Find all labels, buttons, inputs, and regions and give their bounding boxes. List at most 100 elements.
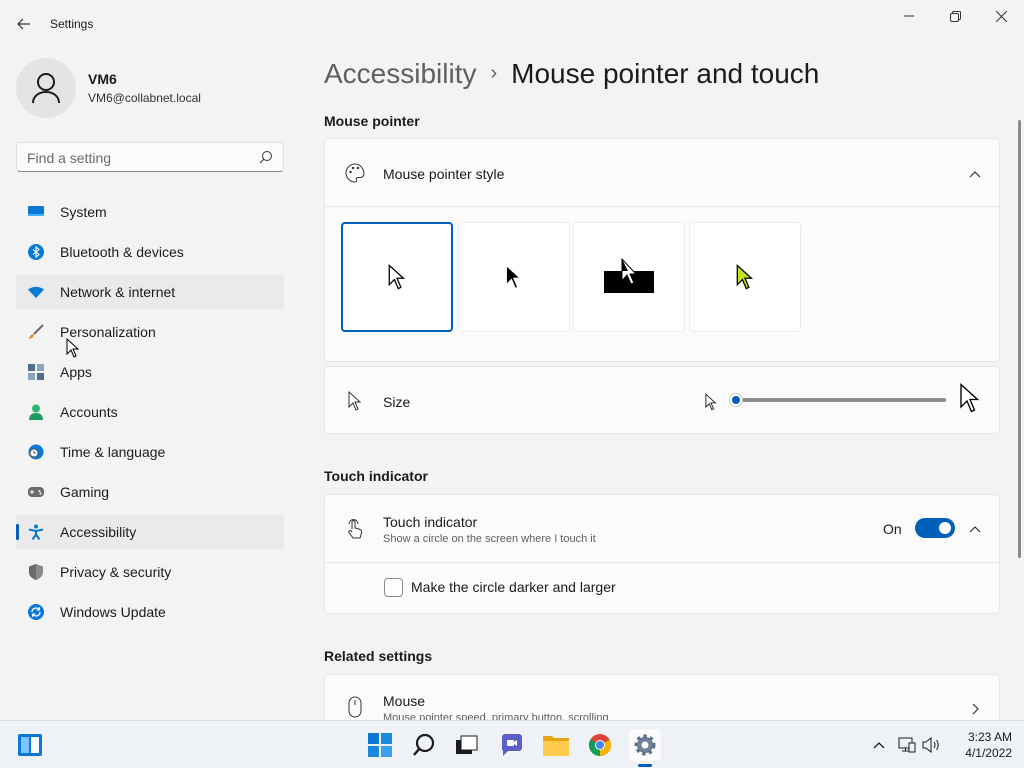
wifi-icon: [28, 284, 44, 300]
sidebar-item-label: Privacy & security: [60, 564, 172, 580]
mouse-pointer-style-header[interactable]: Mouse pointer style: [325, 139, 999, 207]
settings-taskbar-button[interactable]: [629, 729, 661, 761]
task-view-button[interactable]: [451, 729, 483, 761]
chrome-button[interactable]: [584, 729, 616, 761]
sidebar-item-network[interactable]: Network & internet: [16, 274, 284, 310]
large-pointer-icon: [959, 382, 981, 416]
breadcrumb-parent[interactable]: Accessibility: [324, 58, 476, 89]
sidebar-nav: System Bluetooth & devices Network & int…: [16, 194, 284, 634]
sidebar-item-label: Bluetooth & devices: [60, 244, 184, 260]
sidebar-item-privacy[interactable]: Privacy & security: [16, 554, 284, 590]
search-icon: [259, 151, 272, 164]
back-arrow-icon: [17, 18, 30, 30]
pointer-icon: [345, 391, 365, 411]
chevron-right-icon: [967, 701, 983, 717]
darker-circle-label: Make the circle darker and larger: [411, 579, 616, 595]
sidebar-item-bluetooth[interactable]: Bluetooth & devices: [16, 234, 284, 270]
toggle-knob: [939, 522, 951, 534]
mouse-cursor-icon: [66, 338, 80, 358]
close-button[interactable]: [978, 0, 1024, 32]
mouse-pointer-style-label: Mouse pointer style: [383, 166, 505, 182]
touch-indicator-label: Touch indicator: [383, 514, 478, 530]
widgets-button[interactable]: [14, 729, 46, 761]
volume-tray-button[interactable]: [922, 736, 940, 754]
sidebar-item-label: Time & language: [60, 444, 166, 460]
chat-button[interactable]: [496, 729, 528, 761]
search-box[interactable]: Find a setting: [16, 142, 284, 172]
title-bar: Settings: [0, 0, 1024, 48]
pointer-style-custom[interactable]: [689, 222, 801, 332]
sidebar-item-accounts[interactable]: Accounts: [16, 394, 284, 430]
black-pointer-icon: [505, 263, 523, 290]
sidebar-item-accessibility[interactable]: Accessibility: [16, 514, 284, 550]
touch-hand-icon: [345, 519, 365, 539]
pointer-style-inverted[interactable]: [573, 222, 685, 332]
minimize-icon: [904, 15, 914, 17]
related-mouse-card[interactable]: Mouse Mouse pointer speed, primary butto…: [324, 674, 1000, 720]
scrollbar[interactable]: [1018, 120, 1021, 558]
sidebar-item-time-language[interactable]: Time & language: [16, 434, 284, 470]
start-button[interactable]: [364, 729, 396, 761]
mouse-device-icon: [345, 696, 365, 718]
bluetooth-icon: [28, 244, 44, 260]
search-button[interactable]: [408, 729, 440, 761]
sidebar-item-system[interactable]: System: [16, 194, 284, 230]
small-pointer-icon: [705, 393, 717, 414]
section-related-settings-title: Related settings: [324, 648, 433, 664]
accessibility-icon: [28, 524, 44, 540]
toggle-state-text: On: [883, 521, 902, 537]
gamepad-icon: [28, 484, 44, 500]
clock-globe-icon: [28, 444, 44, 460]
restore-icon: [949, 10, 961, 22]
pointer-style-black[interactable]: [458, 222, 570, 332]
size-slider-track[interactable]: [736, 398, 946, 402]
sidebar-item-apps[interactable]: Apps: [16, 354, 284, 390]
file-explorer-button[interactable]: [540, 729, 572, 761]
show-hidden-icons-button[interactable]: [870, 736, 888, 754]
app-title: Settings: [50, 17, 94, 31]
palette-icon: [345, 163, 365, 183]
settings-icon: [634, 734, 656, 756]
sidebar-item-label: Accessibility: [60, 524, 137, 540]
sidebar-item-label: Accounts: [60, 404, 118, 420]
sidebar-item-label: Windows Update: [60, 604, 166, 620]
related-mouse-label: Mouse: [383, 693, 426, 709]
network-tray-button[interactable]: [898, 736, 916, 754]
related-mouse-description: Mouse pointer speed, primary button, scr…: [383, 712, 609, 720]
apps-icon: [28, 364, 44, 380]
touch-indicator-description: Show a circle on the screen where I touc…: [383, 533, 596, 545]
size-slider-thumb[interactable]: [730, 394, 742, 406]
inverted-pointer-icon: [604, 257, 654, 293]
network-monitor-icon: [898, 737, 916, 753]
page-title: Mouse pointer and touch: [511, 58, 820, 89]
shield-icon: [28, 564, 44, 580]
taskbar: 3:23 AM 4/1/2022: [0, 720, 1024, 768]
close-icon: [995, 10, 1007, 22]
sidebar-item-windows-update[interactable]: Windows Update: [16, 594, 284, 630]
active-app-indicator: [638, 764, 652, 767]
chrome-icon: [589, 734, 611, 756]
restore-button[interactable]: [932, 0, 978, 32]
taskbar-clock[interactable]: 3:23 AM 4/1/2022: [952, 729, 1012, 761]
touch-indicator-toggle[interactable]: [915, 518, 955, 538]
accounts-icon: [28, 404, 44, 420]
custom-color-pointer-icon: [736, 263, 754, 290]
chevron-up-icon[interactable]: [967, 521, 983, 537]
size-label: Size: [383, 394, 411, 410]
clock-date: 4/1/2022: [965, 746, 1012, 760]
chevron-up-icon[interactable]: [967, 166, 983, 182]
user-profile[interactable]: VM6 VM6@collabnet.local: [16, 57, 286, 118]
profile-name: VM6: [88, 71, 117, 87]
search-placeholder: Find a setting: [27, 150, 112, 166]
search-icon: [413, 733, 435, 756]
speaker-icon: [922, 737, 939, 753]
sidebar-item-label: Gaming: [60, 484, 110, 500]
file-explorer-icon: [543, 736, 569, 756]
profile-email: VM6@collabnet.local: [88, 91, 201, 105]
sidebar-item-gaming[interactable]: Gaming: [16, 474, 284, 510]
pointer-style-white[interactable]: [341, 222, 453, 332]
minimize-button[interactable]: [886, 0, 932, 32]
darker-circle-checkbox[interactable]: [384, 578, 403, 597]
back-button[interactable]: [10, 10, 38, 38]
sidebar-item-personalization[interactable]: Personalization: [16, 314, 284, 350]
